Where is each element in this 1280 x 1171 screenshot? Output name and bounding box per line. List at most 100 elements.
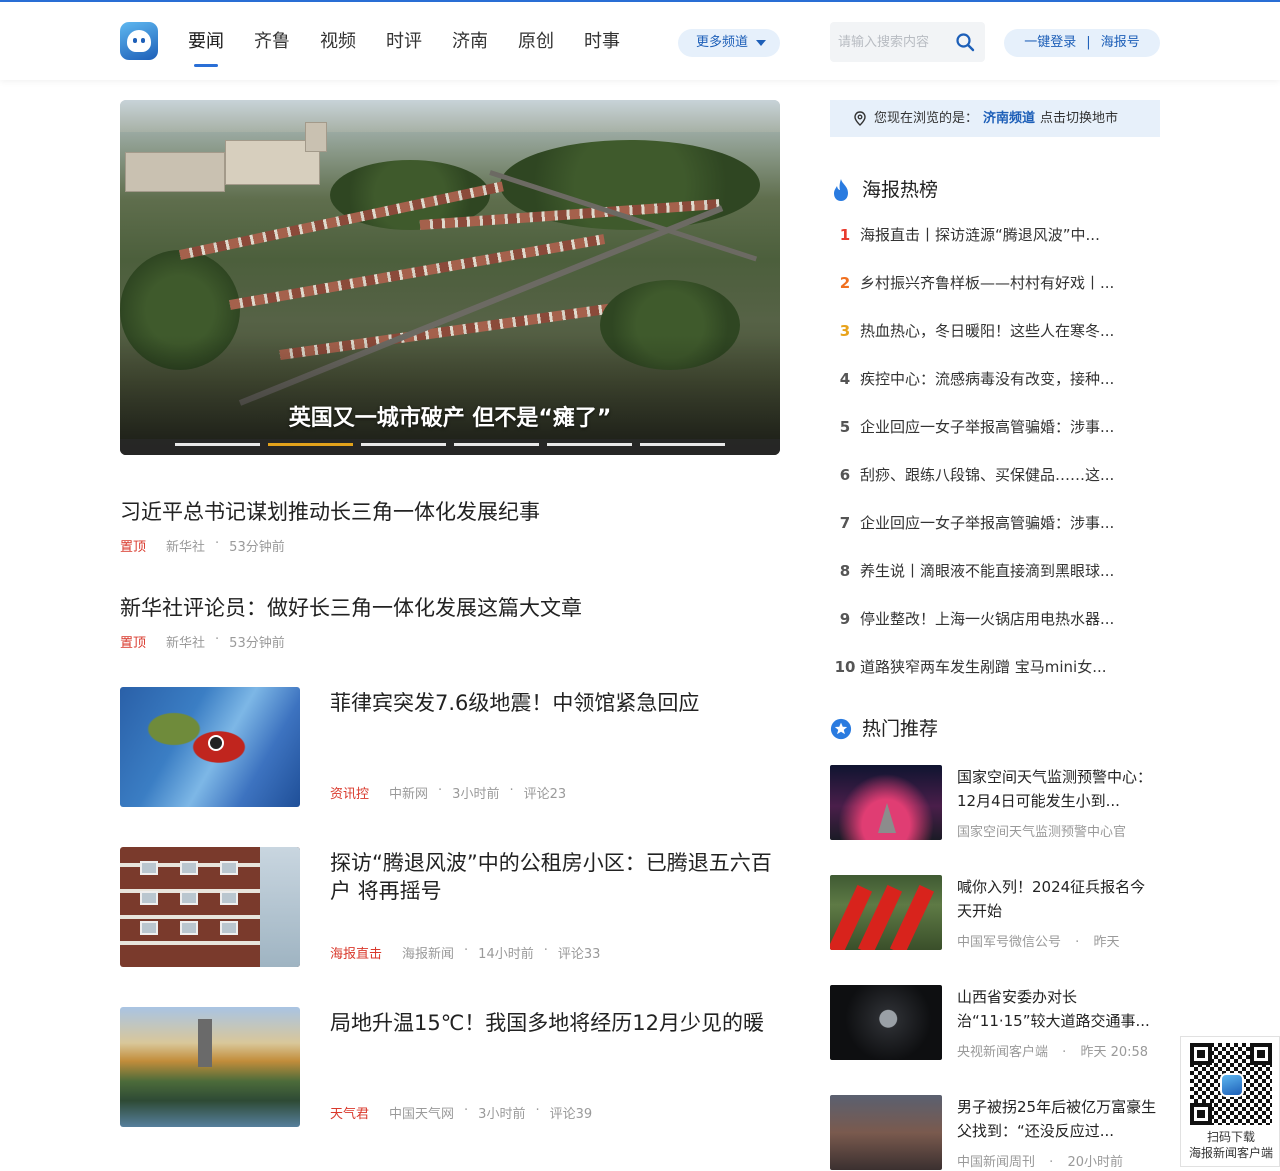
hot-text[interactable]: 企业回应一女子举报高管骗婚：涉事... <box>860 414 1114 462</box>
hot-rank: 9 <box>839 610 851 628</box>
search-input[interactable] <box>838 32 950 52</box>
app-download-qr[interactable]: 扫码下载 海报新闻客户端 <box>1180 1036 1280 1167</box>
search-icon[interactable] <box>955 32 975 52</box>
headline-meta: 置顶 新华社 · 53分钟前 <box>120 536 285 555</box>
recommend-item[interactable]: 男子被拐25年后被亿万富豪生父找到：“还没反应过... 中国新闻周刊 · 20小… <box>830 1095 1160 1171</box>
hero-carousel[interactable]: 英国又一城市破产 但不是“瘫了” <box>120 100 780 455</box>
headline-item: 新华社评论员：做好长三角一体化发展这篇大文章 置顶 新华社 · 53分钟前 <box>120 592 780 651</box>
nav-item-news[interactable]: 要闻 <box>188 30 224 67</box>
more-channels-button[interactable]: 更多频道 <box>678 29 780 57</box>
hot-text[interactable]: 企业回应一女子举报高管骗婚：涉事... <box>860 510 1114 558</box>
hot-text[interactable]: 疾控中心：流感病毒没有改变，接种... <box>860 366 1114 414</box>
recommend-thumbnail-reunion[interactable] <box>830 1095 942 1170</box>
logo-mascot-face <box>127 30 151 52</box>
news-thumbnail-earthquake-map[interactable] <box>120 687 300 807</box>
hot-rank: 8 <box>839 562 851 580</box>
news-tag[interactable]: 海报直击 <box>330 943 382 962</box>
recommend-thumbnail-recruits[interactable] <box>830 875 942 950</box>
recommend-item[interactable]: 山西省安委办对长治“11·15”较大道路交通事... 央视新闻客户端 · 昨天 … <box>830 985 1160 1061</box>
star-badge-icon <box>830 718 852 740</box>
recommend-source: 央视新闻客户端 <box>957 1045 1049 1060</box>
switch-city-link[interactable]: 点击切换地市 <box>1040 111 1118 126</box>
hot-list-item[interactable]: 5 企业回应一女子举报高管骗婚：涉事... <box>830 414 1160 462</box>
nav-item-current-affairs[interactable]: 时事 <box>584 30 620 60</box>
headline-time: 53分钟前 <box>229 636 285 651</box>
news-item: 局地升温15℃！我国多地将经历12月少见的暖 天气君 中国天气网 · 3小时前 … <box>120 1007 780 1127</box>
hot-text[interactable]: 热血热心，冬日暖阳！这些人在寒冬... <box>860 318 1114 366</box>
hot-text[interactable]: 养生说丨滴眼液不能直接滴到黑眼球... <box>860 558 1114 606</box>
recommend-item-title[interactable]: 男子被拐25年后被亿万富豪生父找到：“还没反应过... <box>957 1095 1160 1143</box>
nav-item-original[interactable]: 原创 <box>518 30 554 60</box>
login-button[interactable]: 一键登录 <box>1024 29 1076 57</box>
news-comments[interactable]: 评论39 <box>550 1103 593 1122</box>
hot-text[interactable]: 乡村振兴齐鲁样板——村村有好戏丨... <box>860 270 1114 318</box>
carousel-dot[interactable] <box>361 443 446 446</box>
carousel-dot[interactable] <box>175 443 260 446</box>
news-tag[interactable]: 资讯控 <box>330 783 369 802</box>
recommend-item[interactable]: 国家空间天气监测预警中心：12月4日可能发生小到... 国家空间天气监测预警中心… <box>830 765 1160 841</box>
headline-title[interactable]: 新华社评论员：做好长三角一体化发展这篇大文章 <box>120 592 780 622</box>
nav-item-commentary[interactable]: 时评 <box>386 30 422 60</box>
news-time: 3小时前 <box>478 1107 526 1122</box>
news-time: 3小时前 <box>452 787 500 802</box>
hot-list-item[interactable]: 1 海报直击丨探访涟源“腾退风波”中... <box>830 222 1160 270</box>
caret-down-icon <box>756 40 766 46</box>
news-title[interactable]: 局地升温15℃！我国多地将经历12月少见的暖 <box>330 1009 780 1037</box>
recommend-thumbnail-aurora[interactable] <box>830 765 942 840</box>
hot-text[interactable]: 海报直击丨探访涟源“腾退风波”中... <box>860 222 1100 270</box>
hot-rank: 5 <box>839 418 851 436</box>
hot-text[interactable]: 道路狭窄两车发生剐蹭 宝马mini女... <box>860 654 1107 702</box>
recommend-source: 中国军号微信公号 <box>957 935 1062 950</box>
nav-item-qilu[interactable]: 齐鲁 <box>254 30 290 60</box>
carousel-dot[interactable] <box>547 443 632 446</box>
more-channels-label: 更多频道 <box>696 35 749 50</box>
location-prefix: 您现在浏览的是： <box>874 111 979 126</box>
headline-title[interactable]: 习近平总书记谋划推动长三角一体化发展纪事 <box>120 496 780 526</box>
account-button[interactable]: 海报号 <box>1101 29 1140 57</box>
hot-list-heading: 海报热榜 <box>830 177 938 203</box>
headline-time: 53分钟前 <box>229 540 285 555</box>
pinned-tag[interactable]: 置顶 <box>120 632 146 651</box>
news-item: 菲律宾突发7.6级地震！中领馆紧急回应 资讯控 中新网 · 3小时前 · 评论2… <box>120 687 780 807</box>
carousel-dot[interactable] <box>454 443 539 446</box>
hot-rank: 3 <box>839 322 851 340</box>
hot-list-item[interactable]: 6 刮痧、跟练八段锦、买保健品……这... <box>830 462 1160 510</box>
recommend-time: 昨天 <box>1093 935 1120 950</box>
recommend-title: 热门推荐 <box>862 718 939 740</box>
hot-list-item[interactable]: 8 养生说丨滴眼液不能直接滴到黑眼球... <box>830 558 1160 606</box>
recommend-item-title[interactable]: 国家空间天气监测预警中心：12月4日可能发生小到... <box>957 765 1160 813</box>
news-comments[interactable]: 评论23 <box>524 783 567 802</box>
epicenter-marker-icon <box>208 735 224 751</box>
nav-item-video[interactable]: 视频 <box>320 30 356 60</box>
carousel-caption[interactable]: 英国又一城市破产 但不是“瘫了” <box>120 400 780 432</box>
hot-list-item[interactable]: 2 乡村振兴齐鲁样板——村村有好戏丨... <box>830 270 1160 318</box>
recommend-item[interactable]: 喊你入列！2024征兵报名今天开始 中国军号微信公号 · 昨天 <box>830 875 1160 951</box>
carousel-dot[interactable] <box>640 443 725 446</box>
news-tag[interactable]: 天气君 <box>330 1103 369 1122</box>
hot-list-item[interactable]: 4 疾控中心：流感病毒没有改变，接种... <box>830 366 1160 414</box>
hot-list-item[interactable]: 9 停业整改！上海一火锅店用电热水器... <box>830 606 1160 654</box>
recommend-source: 中国新闻周刊 <box>957 1155 1036 1170</box>
news-thumbnail-garden[interactable] <box>120 1007 300 1127</box>
news-title[interactable]: 探访“腾退风波”中的公租房小区：已腾退五六百户 将再摇号 <box>330 849 780 905</box>
nav-item-jinan[interactable]: 济南 <box>452 30 488 60</box>
hot-text[interactable]: 刮痧、跟练八段锦、买保健品……这... <box>860 462 1114 510</box>
hot-list-item[interactable]: 3 热血热心，冬日暖阳！这些人在寒冬... <box>830 318 1160 366</box>
hot-rank: 4 <box>839 370 851 388</box>
recommend-item-title[interactable]: 山西省安委办对长治“11·15”较大道路交通事... <box>957 985 1160 1033</box>
qr-code-icon <box>1190 1043 1272 1125</box>
pinned-tag[interactable]: 置顶 <box>120 536 146 555</box>
news-title[interactable]: 菲律宾突发7.6级地震！中领馆紧急回应 <box>330 689 780 717</box>
recommend-thumbnail-magnifier[interactable] <box>830 985 942 1060</box>
news-time: 14小时前 <box>478 947 534 962</box>
hot-text[interactable]: 停业整改！上海一火锅店用电热水器... <box>860 606 1114 654</box>
recommend-item-title[interactable]: 喊你入列！2024征兵报名今天开始 <box>957 875 1160 923</box>
news-thumbnail-apartment[interactable] <box>120 847 300 967</box>
hot-list-item[interactable]: 7 企业回应一女子举报高管骗婚：涉事... <box>830 510 1160 558</box>
current-city-link[interactable]: 济南频道 <box>983 111 1035 126</box>
hot-list-item[interactable]: 10 道路狭窄两车发生剐蹭 宝马mini女... <box>830 654 1160 702</box>
news-comments[interactable]: 评论33 <box>558 943 601 962</box>
recommend-heading: 热门推荐 <box>830 716 938 742</box>
carousel-dot-active[interactable] <box>268 443 353 446</box>
site-logo[interactable] <box>120 22 158 60</box>
